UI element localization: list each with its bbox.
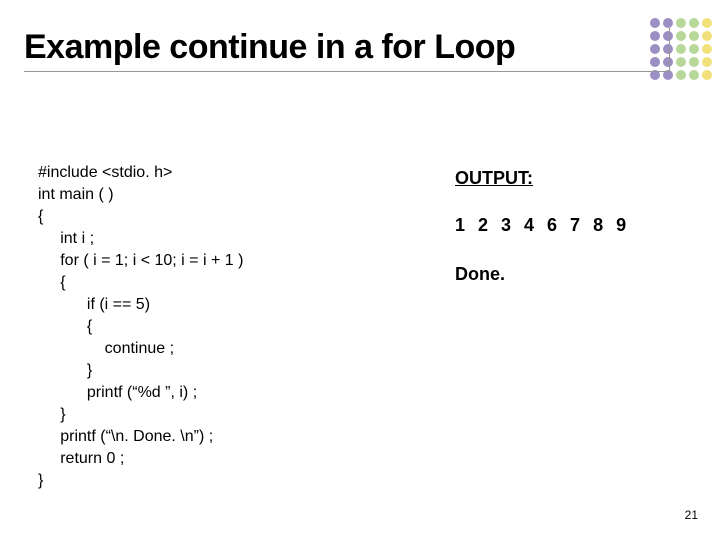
page-number: 21 — [685, 508, 698, 522]
slide-title: Example continue in a for Loop — [24, 28, 669, 67]
code-line: printf (“\n. Done. \n”) ; — [38, 428, 213, 445]
code-line: int main ( ) — [38, 186, 114, 203]
code-line: } — [38, 362, 92, 379]
code-line: } — [38, 406, 66, 423]
title-container: Example continue in a for Loop — [24, 28, 670, 72]
code-line: { — [38, 274, 66, 291]
output-block: OUTPUT: 1 2 3 4 6 7 8 9 Done. — [455, 168, 630, 285]
code-line: printf (“%d ”, i) ; — [38, 384, 197, 401]
code-block: #include <stdio. h> int main ( ) { int i… — [38, 162, 408, 492]
code-line: continue ; — [38, 340, 174, 357]
code-line: if (i == 5) — [38, 296, 150, 313]
output-numbers: 1 2 3 4 6 7 8 9 — [455, 215, 630, 236]
code-line: #include <stdio. h> — [38, 164, 172, 181]
slide: Example continue in a for Loop #include … — [0, 0, 720, 540]
code-line: for ( i = 1; i < 10; i = i + 1 ) — [38, 252, 243, 269]
code-line: return 0 ; — [38, 450, 124, 467]
code-line: } — [38, 472, 43, 489]
code-line: { — [38, 208, 43, 225]
output-heading: OUTPUT: — [455, 168, 630, 189]
output-done: Done. — [455, 264, 630, 285]
code-line: { — [38, 318, 92, 335]
code-line: int i ; — [38, 230, 94, 247]
